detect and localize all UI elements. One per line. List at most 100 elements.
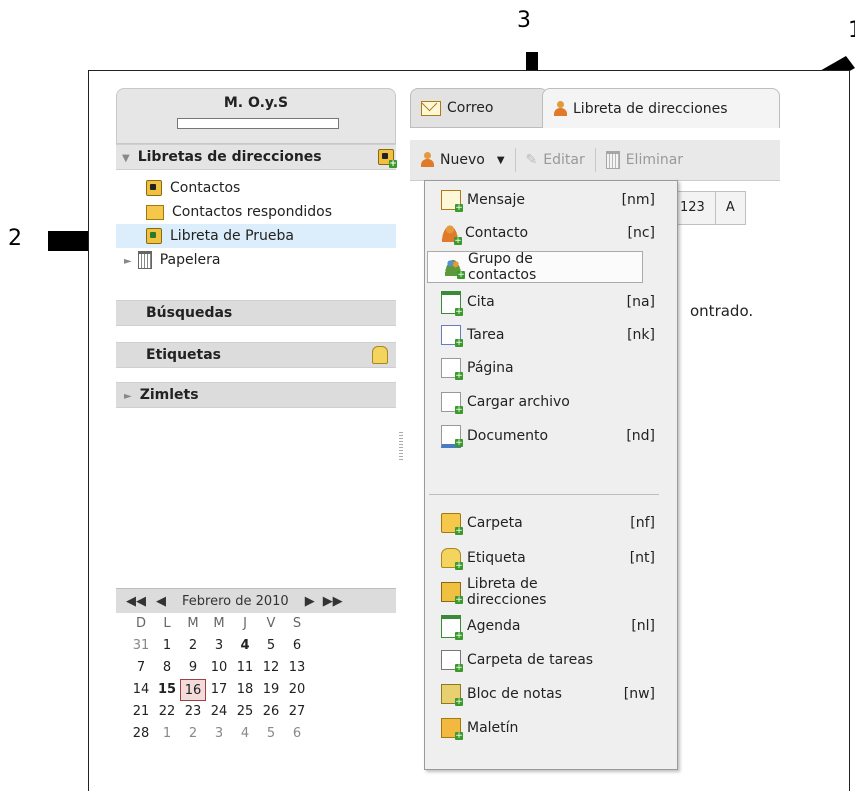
calendar-day[interactable]: 14 [128,679,154,701]
sidebar-item-label: Libreta de Prueba [170,228,295,244]
new-button[interactable]: Nuevo ▼ [410,145,515,175]
tags-header[interactable]: Etiquetas [116,342,396,368]
menu-item-página[interactable]: + Página [425,353,675,383]
next-year-icon[interactable]: ▶▶ [323,594,343,609]
menu-item-grupo-de-contactos[interactable]: + Grupo de contactos [427,251,643,283]
sidebar-item-contactos[interactable]: Contactos [116,176,396,200]
menu-item-tarea[interactable]: + Tarea [nk] [425,320,675,350]
calendar-day[interactable]: 25 [232,701,258,723]
menu-item-etiqueta[interactable]: + Etiqueta [nt] [425,543,675,573]
alpha-filter-a[interactable]: A [714,191,746,225]
next-month-icon[interactable]: ▶ [305,594,315,609]
menu-item-maletín[interactable]: + Maletín [425,713,675,743]
sidebar-item-contactos-respondidos[interactable]: Contactos respondidos [116,200,396,224]
calendar-day[interactable]: 4 [232,723,258,745]
calendar-day[interactable]: 6 [284,635,310,657]
address-book-icon [146,228,162,244]
pencil-icon: ✎ [525,152,538,168]
expand-triangle-icon[interactable]: ► [124,256,132,267]
calendar-day[interactable]: 20 [284,679,310,701]
calendar-day[interactable]: 5 [258,723,284,745]
calendar-day[interactable]: 7 [128,657,154,679]
calendar-day[interactable]: 22 [154,701,180,723]
plus-badge-icon: + [455,630,463,641]
zimlets-header[interactable]: ► Zimlets [116,382,396,408]
sidebar-item-label: Contactos [170,180,241,196]
calendar-day[interactable]: 18 [232,679,258,701]
menu-item-documento[interactable]: + Documento [nd] [425,421,675,451]
plus-badge-icon: + [455,731,463,741]
calendar-day[interactable]: 26 [258,701,284,723]
tab-libreta-de-direcciones[interactable]: Libreta de direcciones [542,88,780,128]
calendar-day[interactable]: 17 [206,679,232,701]
calendar-weekday: V [266,616,276,631]
calendar-day[interactable]: 11 [232,657,258,679]
calendar-day[interactable]: 16 [180,679,206,701]
menu-item-shortcut: [nf] [630,515,655,531]
calendar-day[interactable]: 9 [180,657,206,679]
contact-group-icon: + [444,258,465,280]
prev-year-icon[interactable]: ◀◀ [126,594,146,609]
menu-item-bloc-de-notas[interactable]: + Bloc de notas [nw] [425,679,675,709]
menu-item-shortcut: [nk] [627,327,655,343]
document-icon: + [441,424,463,448]
calendar-day[interactable]: 4 [232,635,258,657]
calendar-day[interactable]: 19 [258,679,284,701]
calendar-day[interactable]: 1 [154,635,180,657]
calendar-day[interactable]: 1 [154,723,180,745]
menu-item-agenda[interactable]: + Agenda [nl] [425,611,675,641]
calendar-day[interactable]: 2 [180,723,206,745]
menu-item-cita[interactable]: + Cita [na] [425,287,675,317]
menu-item-cargar-archivo[interactable]: + Cargar archivo [425,387,675,417]
menu-item-carpeta[interactable]: + Carpeta [nf] [425,508,675,538]
calendar-day[interactable]: 27 [284,701,310,723]
calendar-day[interactable]: 28 [128,723,154,745]
calendar-weekday: D [135,616,146,631]
calendar-day[interactable]: 8 [154,657,180,679]
menu-item-carpeta-de-tareas[interactable]: + Carpeta de tareas [425,645,675,675]
edit-button[interactable]: ✎ Editar [516,145,595,175]
menu-item-label: Agenda [467,618,521,634]
folder-icon: + [441,513,463,536]
delete-button-label: Eliminar [625,152,684,168]
searches-header[interactable]: Búsquedas [116,300,396,326]
new-address-book-icon[interactable]: + [378,149,397,169]
menu-item-libreta-de-direcciones[interactable]: + Libreta de direcciones [425,576,675,608]
calendar-day[interactable]: 2 [180,635,206,657]
menu-item-label: Carpeta de tareas [467,652,594,668]
menu-item-label: Etiqueta [467,550,526,566]
calendar-day[interactable]: 15 [154,679,180,701]
prev-month-icon[interactable]: ◀ [156,594,166,609]
envelope-book-icon [146,204,164,220]
calendar-day[interactable]: 3 [206,635,232,657]
sidebar-item-libreta-de-prueba[interactable]: Libreta de Prueba [116,224,396,248]
sidebar-item-papelera[interactable]: ► Papelera [116,248,396,272]
calendar-day[interactable]: 24 [206,701,232,723]
delete-button[interactable]: Eliminar [596,145,693,175]
menu-item-mensaje[interactable]: + Mensaje [nm] [425,185,675,215]
calendar-day[interactable]: 5 [258,635,284,657]
menu-item-contacto[interactable]: + Contacto [nc] [425,218,675,248]
pane-splitter[interactable] [399,430,403,460]
calendar-day[interactable]: 12 [258,657,284,679]
address-books-header[interactable]: ▼ Libretas de direcciones + [116,144,397,170]
expand-triangle-icon[interactable]: ▼ [122,153,130,164]
calendar-day[interactable]: 21 [128,701,154,723]
calendar-day[interactable]: 10 [206,657,232,679]
plus-badge-icon: + [455,203,463,213]
new-tag-icon[interactable] [372,346,388,364]
calendar-day[interactable]: 6 [284,723,310,745]
calendar-day[interactable]: 23 [180,701,206,723]
calendar-weekday: S [292,616,302,631]
chevron-down-icon[interactable]: ▼ [497,155,505,166]
envelope-icon [421,100,441,116]
calendar-day[interactable]: 13 [284,657,310,679]
calendar-day[interactable]: 31 [128,635,154,657]
expand-triangle-icon[interactable]: ► [124,391,132,402]
new-button-label: Nuevo [440,152,485,168]
calendar-day[interactable]: 3 [206,723,232,745]
plus-badge-icon: + [455,663,463,673]
alphabet-filter: 123 A [669,191,746,225]
tab-correo[interactable]: Correo [410,88,548,128]
mini-calendar: ◀◀ ◀ Febrero de 2010 ▶ ▶▶ D L M M J V S 31 1 2 3 4 5… [116,588,396,745]
